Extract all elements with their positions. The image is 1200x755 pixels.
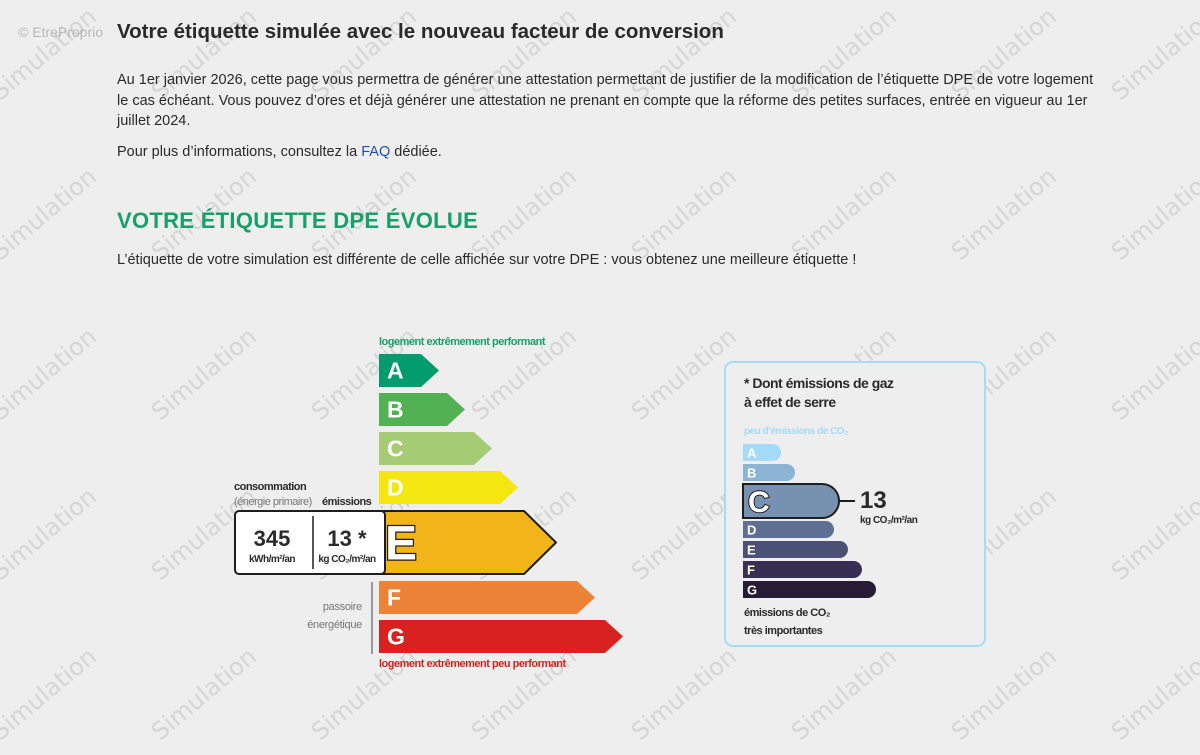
- watermark-text: Simulation: [0, 162, 102, 266]
- watermark-text: Simulation: [465, 322, 582, 426]
- dpe-class-bars: ABCDEFG: [378, 354, 623, 653]
- dpe-bar-c: [379, 432, 492, 465]
- watermark-text: Simulation: [625, 162, 742, 266]
- emissions-label: émissions: [322, 496, 372, 508]
- more-info-suffix: dédiée.: [390, 144, 442, 160]
- watermark-text: Simulation: [785, 162, 902, 266]
- watermark-text: Simulation: [145, 482, 262, 586]
- dpe-bottom-label: logement extrêmement peu performant: [379, 658, 566, 670]
- dpe-bar-f: [379, 581, 595, 614]
- watermark-text: Simulation: [625, 322, 742, 426]
- ges-value: 13: [860, 487, 887, 514]
- more-info-text: Pour plus d’informations, consultez la F…: [117, 144, 442, 160]
- watermark-text: Simulation: [305, 322, 422, 426]
- ges-title-line1: * Dont émissions de gaz: [744, 375, 894, 391]
- watermark-text: Simulation: [305, 482, 422, 586]
- dpe-description: L’étiquette de votre simulation est diff…: [117, 252, 857, 268]
- ges-bar-c: [742, 483, 840, 519]
- dpe-letter-c: C: [387, 436, 404, 462]
- ges-letter-f: F: [747, 563, 755, 578]
- consumption-value: 345: [254, 526, 291, 551]
- watermark-text: Simulation: [945, 162, 1062, 266]
- ges-letter-g: G: [747, 583, 757, 598]
- ges-bar-d: [743, 521, 834, 538]
- watermark-text: Simulation: [625, 642, 742, 746]
- watermark-text: Simulation: [785, 642, 902, 746]
- watermark-text: Simulation: [1105, 2, 1200, 106]
- copyright-text: © EtreProprio: [18, 24, 104, 40]
- watermark-text: Simulation: [465, 482, 582, 586]
- watermark-text: Simulation: [945, 482, 1062, 586]
- page-title: Votre étiquette simulée avec le nouveau …: [117, 20, 724, 43]
- watermark-text: Simulation: [465, 642, 582, 746]
- ges-bar-a: [743, 444, 781, 461]
- watermark-text: Simulation: [465, 162, 582, 266]
- more-info-prefix: Pour plus d’informations, consultez la: [117, 144, 362, 160]
- ges-bar-b: [743, 464, 795, 481]
- ges-letter-e: E: [747, 543, 756, 558]
- ges-bottom-label-line1: émissions de CO₂: [744, 607, 831, 619]
- watermark-text: Simulation: [945, 642, 1062, 746]
- dpe-letter-b: B: [387, 397, 404, 423]
- dpe-letter-d: D: [387, 475, 404, 501]
- dpe-bar-g: [379, 620, 623, 653]
- dpe-bar-b: [379, 393, 465, 426]
- dpe-letter-f: F: [387, 585, 401, 611]
- ges-bottom-label-line2: très importantes: [744, 625, 823, 637]
- watermark-text: Simulation: [305, 642, 422, 746]
- dpe-top-label: logement extrêmement performant: [379, 336, 546, 348]
- watermark-text: Simulation: [785, 482, 902, 586]
- watermark-text: Simulation: [785, 322, 902, 426]
- emissions-value: 13 *: [327, 526, 367, 551]
- ges-class-bars: ABCDEFG: [742, 444, 876, 598]
- ges-top-label: peu d’émissions de CO₂: [744, 426, 848, 437]
- watermark-text: Simulation: [945, 322, 1062, 426]
- ges-letter-b: B: [747, 466, 756, 481]
- ges-bar-g: [743, 581, 876, 598]
- dpe-heading: VOTRE ÉTIQUETTE DPE ÉVOLUE: [117, 208, 479, 233]
- passoire-label-line2: énergétique: [307, 619, 362, 631]
- watermark-text: Simulation: [0, 482, 102, 586]
- dpe-bar-e: [378, 510, 557, 575]
- emissions-unit: kg CO₂/m²/an: [318, 554, 376, 565]
- ges-title-line2: à effet de serre: [744, 394, 836, 410]
- values-box: [234, 510, 386, 575]
- ges-bar-e: [743, 541, 848, 558]
- watermark-text: Simulation: [1105, 322, 1200, 426]
- dpe-bar-d: [379, 471, 518, 504]
- consumption-unit: kWh/m²/an: [249, 554, 295, 565]
- dpe-bar-a: [379, 354, 439, 387]
- watermark-text: Simulation: [145, 322, 262, 426]
- watermark-text: Simulation: [1105, 162, 1200, 266]
- watermark-text: Simulation: [145, 642, 262, 746]
- consumption-label: consommation: [234, 481, 307, 493]
- dpe-letter-g: G: [387, 624, 405, 650]
- ges-bar-f: [743, 561, 862, 578]
- watermark-text: Simulation: [625, 482, 742, 586]
- consumption-sublabel: (énergie primaire): [234, 496, 312, 508]
- dpe-letter-a: A: [387, 358, 404, 384]
- watermark-text: Simulation: [0, 322, 102, 426]
- watermark-text: Simulation: [1105, 482, 1200, 586]
- watermark-text: Simulation: [0, 2, 102, 106]
- faq-link[interactable]: FAQ: [361, 144, 390, 160]
- intro-paragraph: Au 1er janvier 2026, cette page vous per…: [117, 72, 1094, 129]
- passoire-label-line1: passoire: [323, 601, 362, 613]
- ges-panel-border: [724, 361, 986, 647]
- ges-letter-c: C: [748, 486, 770, 519]
- watermark-text: Simulation: [0, 642, 102, 746]
- ges-letter-d: D: [747, 523, 756, 538]
- ges-letter-a: A: [747, 446, 757, 461]
- watermark-text: Simulation: [1105, 642, 1200, 746]
- dpe-letter-e: E: [385, 518, 417, 571]
- ges-unit: kg CO₂/m²/an: [860, 515, 918, 526]
